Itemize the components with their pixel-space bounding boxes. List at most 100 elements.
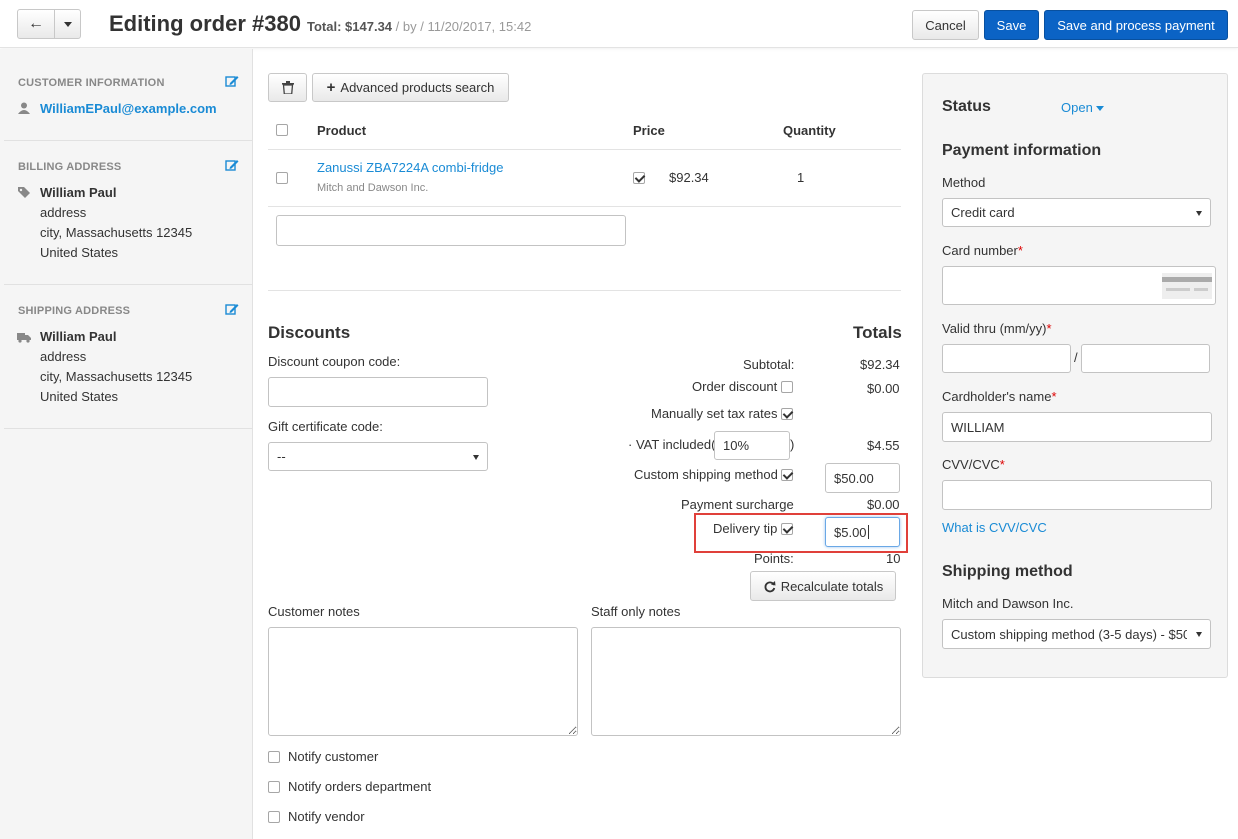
notify-orders-label: Notify orders department xyxy=(288,779,432,794)
page-title: Editing order #380 xyxy=(109,11,301,36)
price-checkbox[interactable] xyxy=(633,172,645,184)
save-button[interactable]: Save xyxy=(984,10,1039,40)
column-header-price: Price xyxy=(633,123,665,138)
shipping-method-select[interactable]: Custom shipping method (3-5 days) - $50 xyxy=(942,619,1211,649)
divider xyxy=(268,290,901,291)
edit-icon[interactable] xyxy=(225,159,239,171)
subtotal-value: $92.34 xyxy=(860,357,900,372)
vat-rate-input[interactable]: 10% xyxy=(714,431,790,460)
recalculate-totals-button[interactable]: Recalculate totals xyxy=(750,571,896,601)
divider xyxy=(4,284,252,285)
notify-vendor-checkbox[interactable] xyxy=(268,811,280,823)
billing-address-line: address xyxy=(40,205,87,220)
cvv-label: CVV/CVC* xyxy=(942,457,1005,472)
card-number-input[interactable] xyxy=(942,266,1216,305)
cardholder-name-input[interactable]: WILLIAM xyxy=(942,412,1212,442)
divider xyxy=(4,140,252,141)
shipping-vendor-label: Mitch and Dawson Inc. xyxy=(942,596,1074,611)
customer-email-link[interactable]: WilliamEPaul@example.com xyxy=(40,101,217,116)
notify-customer-label: Notify customer xyxy=(288,749,379,764)
edit-icon[interactable] xyxy=(225,303,239,315)
notify-customer-checkbox[interactable] xyxy=(268,751,280,763)
select-all-checkbox[interactable] xyxy=(276,124,288,136)
valid-month-input[interactable] xyxy=(942,344,1071,373)
discount-coupon-input[interactable] xyxy=(268,377,488,407)
arrow-left-icon: ← xyxy=(28,15,44,32)
recalculate-label: Recalculate totals xyxy=(780,578,884,594)
staff-notes-textarea[interactable] xyxy=(591,627,901,736)
gift-certificate-label: Gift certificate code: xyxy=(268,419,383,434)
vat-value: $4.55 xyxy=(867,438,900,453)
advanced-products-search-button[interactable]: + Advanced products search xyxy=(312,73,509,102)
order-meta: / by / 11/20/2017, 15:42 xyxy=(395,19,532,34)
method-label: Method xyxy=(942,175,986,190)
credit-card-icon xyxy=(1162,273,1212,299)
gift-certificate-select[interactable]: -- xyxy=(268,442,488,471)
custom-shipping-input[interactable]: $50.00 xyxy=(825,463,900,493)
valid-thru-label: Valid thru (mm/yy)* xyxy=(942,321,1052,336)
trash-icon xyxy=(281,81,294,94)
custom-shipping-checkbox[interactable] xyxy=(781,469,793,481)
payment-method-select[interactable]: Credit card xyxy=(942,198,1211,227)
gift-certificate-value: -- xyxy=(277,449,286,464)
payment-surcharge-value: $0.00 xyxy=(867,497,900,512)
product-link[interactable]: Zanussi ZBA7224A combi-fridge xyxy=(317,160,503,175)
status-dropdown[interactable]: Open xyxy=(1061,100,1105,115)
vat-label: · VAT included( xyxy=(628,437,716,452)
manual-tax-label: Manually set tax rates xyxy=(651,406,778,421)
divider xyxy=(268,206,901,207)
cardholder-name-label: Cardholder's name* xyxy=(942,389,1057,404)
back-button[interactable]: ← xyxy=(17,9,55,39)
product-quantity[interactable]: 1 xyxy=(797,170,804,185)
column-header-quantity: Quantity xyxy=(783,123,836,138)
order-total: Total: $147.34 / by / 11/20/2017, 15:42 xyxy=(307,19,532,34)
billing-name: William Paul xyxy=(40,185,117,200)
cancel-button[interactable]: Cancel xyxy=(912,10,979,40)
order-discount-label: Order discount xyxy=(692,379,778,394)
save-and-process-payment-button[interactable]: Save and process payment xyxy=(1044,10,1228,40)
edit-icon[interactable] xyxy=(225,75,239,87)
notify-vendor-label: Notify vendor xyxy=(288,809,365,824)
order-discount-value: $0.00 xyxy=(867,381,900,396)
discounts-heading: Discounts xyxy=(268,323,351,342)
billing-country-line: United States xyxy=(40,245,119,260)
payment-surcharge-label: Payment surcharge xyxy=(681,497,794,512)
points-label: Points: xyxy=(754,551,794,566)
totals-heading: Totals xyxy=(853,323,902,342)
what-is-cvv-link[interactable]: What is CVV/CVC xyxy=(942,520,1047,535)
vat-rate-value: 10% xyxy=(723,438,750,453)
shipping-method-value: Custom shipping method (3-5 days) - $50 xyxy=(951,626,1187,642)
plus-icon: + xyxy=(326,79,336,96)
caret-down-icon xyxy=(63,21,72,27)
points-value: 10 xyxy=(886,551,901,566)
tag-icon xyxy=(18,187,30,198)
payment-info-heading: Payment information xyxy=(942,142,1102,159)
custom-shipping-label: Custom shipping method xyxy=(634,467,778,482)
back-dropdown-button[interactable] xyxy=(54,9,81,39)
order-total-value: $147.34 xyxy=(345,19,393,34)
product-search-input[interactable] xyxy=(276,215,626,246)
highlight-box xyxy=(694,513,908,553)
valid-year-input[interactable] xyxy=(1081,344,1210,373)
delete-button[interactable] xyxy=(268,73,307,102)
billing-city-line: city, Massachusetts 12345 xyxy=(40,225,193,240)
truck-icon xyxy=(17,333,31,343)
order-discount-checkbox[interactable] xyxy=(781,381,793,393)
staff-notes-label: Staff only notes xyxy=(591,604,681,619)
caret-down-icon xyxy=(1096,106,1105,112)
subtotal-label: Subtotal: xyxy=(743,357,795,372)
advanced-search-label: Advanced products search xyxy=(340,80,495,95)
cvv-input[interactable] xyxy=(942,480,1212,510)
customer-info-heading: CUSTOMER INFORMATION xyxy=(18,77,165,89)
shipping-address-heading: SHIPPING ADDRESS xyxy=(18,305,131,317)
notify-orders-checkbox[interactable] xyxy=(268,781,280,793)
row-checkbox[interactable] xyxy=(276,172,288,184)
shipping-name: William Paul xyxy=(40,329,117,344)
shipping-address-line: address xyxy=(40,349,87,364)
date-separator: / xyxy=(1074,350,1078,365)
manual-tax-checkbox[interactable] xyxy=(781,408,793,420)
customer-notes-textarea[interactable] xyxy=(268,627,578,736)
sidebar: CUSTOMER INFORMATION WilliamEPaul@exampl… xyxy=(0,49,253,839)
custom-shipping-value: $50.00 xyxy=(834,470,874,486)
user-icon xyxy=(18,102,30,114)
